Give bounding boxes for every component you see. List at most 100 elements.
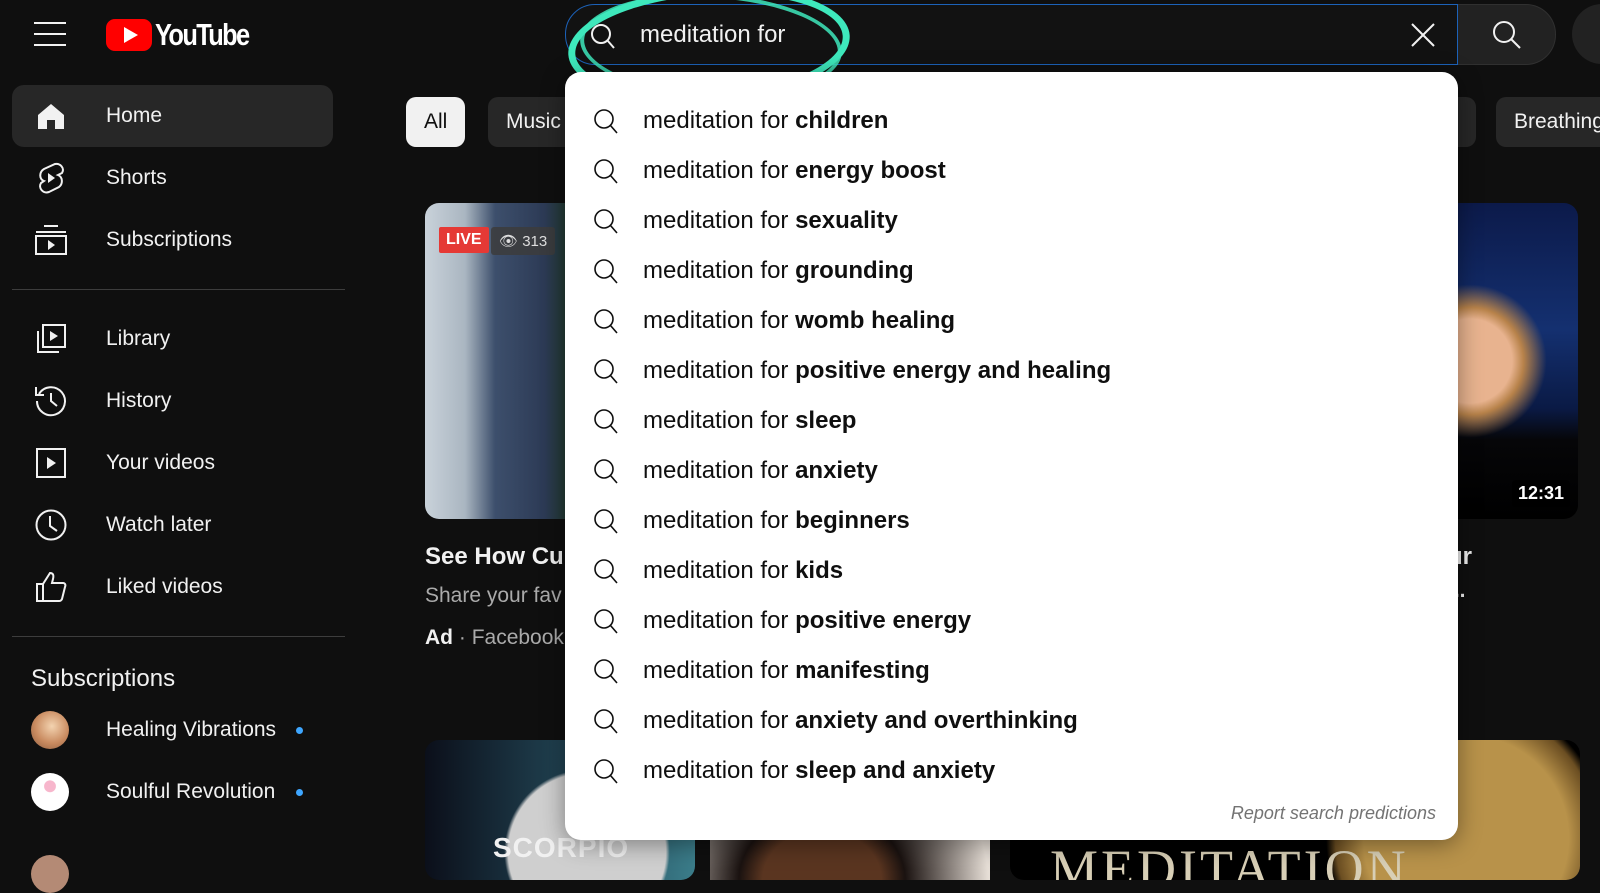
suggestion-completion: grounding xyxy=(795,257,914,284)
live-badge: LIVE xyxy=(439,227,489,253)
report-search-predictions-link[interactable]: Report search predictions xyxy=(1231,803,1436,824)
suggestion-text: meditation for anxiety and overthinking xyxy=(643,707,1078,735)
suggestion-text: meditation for sleep xyxy=(643,407,856,435)
search-suggestion[interactable]: meditation for grounding xyxy=(565,246,1458,296)
search-icon xyxy=(593,108,619,141)
sidebar-item-liked-videos[interactable]: Liked videos xyxy=(12,556,333,618)
sidebar-item-history[interactable]: History xyxy=(12,370,333,432)
sidebar-item-label: Shorts xyxy=(106,166,167,189)
video-description: Share your fav xyxy=(425,584,562,607)
search-suggestion[interactable]: meditation for sleep xyxy=(565,396,1458,446)
shorts-icon xyxy=(34,161,68,195)
viewer-count-value: 313 xyxy=(522,233,548,250)
search-icon xyxy=(1492,20,1521,49)
search-suggestion[interactable]: meditation for beginners xyxy=(565,496,1458,546)
thumbnail-overlay-text: MEDITATION xyxy=(1050,839,1409,880)
watch-later-icon xyxy=(34,508,68,542)
suggestion-text: meditation for womb healing xyxy=(643,307,955,335)
subscription-partial[interactable] xyxy=(0,823,345,893)
search-suggestion[interactable]: meditation for kids xyxy=(565,546,1458,596)
logo-text: YouTube xyxy=(155,17,250,52)
search-suggestion[interactable]: meditation for positive energy and heali… xyxy=(565,346,1458,396)
suggestion-completion: womb healing xyxy=(795,307,956,334)
menu-icon xyxy=(34,22,66,24)
search-suggestion[interactable]: meditation for manifesting xyxy=(565,646,1458,696)
search-icon xyxy=(593,158,619,191)
search-suggestion[interactable]: meditation for anxiety xyxy=(565,446,1458,496)
suggestion-prefix: meditation for xyxy=(643,507,796,534)
search-button[interactable] xyxy=(1458,4,1556,65)
suggestion-completion: positive energy and healing xyxy=(795,357,1112,384)
sidebar-item-library[interactable]: Library xyxy=(12,308,333,370)
search-icon xyxy=(593,508,619,541)
suggestion-prefix: meditation for xyxy=(643,707,796,734)
ad-label: Ad xyxy=(425,626,453,649)
search-suggestions-dropdown: meditation for children meditation for en… xyxy=(565,72,1458,840)
liked-videos-icon xyxy=(34,570,68,604)
new-content-dot xyxy=(296,726,303,734)
voice-search-button[interactable] xyxy=(1572,4,1600,64)
suggestion-prefix: meditation for xyxy=(643,207,796,234)
video-duration: 12:31 xyxy=(1511,480,1570,507)
search-suggestion[interactable]: meditation for sleep and anxiety xyxy=(565,746,1458,796)
search-suggestion[interactable]: meditation for energy boost xyxy=(565,146,1458,196)
suggestion-text: meditation for children xyxy=(643,107,888,135)
search-suggestion[interactable]: meditation for anxiety and overthinking xyxy=(565,696,1458,746)
sidebar-item-subscriptions[interactable]: Subscriptions xyxy=(12,209,333,271)
channel-avatar xyxy=(31,711,69,749)
search-icon xyxy=(593,208,619,241)
search-suggestion[interactable]: meditation for womb healing xyxy=(565,296,1458,346)
suggestion-completion: sleep and anxiety xyxy=(795,757,996,784)
suggestion-completion: sexuality xyxy=(795,207,898,234)
search-icon xyxy=(593,258,619,291)
youtube-logo[interactable]: YouTube xyxy=(106,17,269,53)
suggestion-completion: sleep xyxy=(795,407,857,434)
search-suggestion[interactable]: meditation for children xyxy=(565,96,1458,146)
viewer-count: 👁 313 xyxy=(491,227,556,255)
search-icon xyxy=(593,658,619,691)
sidebar-item-label: Library xyxy=(106,327,171,350)
search-icon xyxy=(593,558,619,591)
search-icon xyxy=(590,23,616,56)
top-bar: YouTube xyxy=(0,0,1600,70)
menu-button[interactable] xyxy=(34,22,66,46)
chip-all[interactable]: All xyxy=(406,97,466,147)
suggestion-completion: children xyxy=(795,107,889,134)
sidebar-item-home[interactable]: Home xyxy=(12,85,333,147)
search-input[interactable] xyxy=(640,19,1340,51)
subscription-healing-vibrations[interactable]: Healing Vibrations xyxy=(0,699,345,761)
subscription-soulful-revolution[interactable]: Soulful Revolution xyxy=(0,761,345,823)
video-title[interactable]: See How Cu xyxy=(425,543,564,571)
clear-search-button[interactable] xyxy=(1409,21,1437,54)
channel-name: Soulful Revolution xyxy=(106,780,276,803)
search-box[interactable] xyxy=(565,4,1458,65)
sidebar: Home Shorts Subscriptions Library Histor… xyxy=(0,85,345,893)
suggestion-prefix: meditation for xyxy=(643,157,796,184)
sidebar-item-your-videos[interactable]: Your videos xyxy=(12,432,333,494)
suggestion-completion: kids xyxy=(795,557,844,584)
search-suggestion[interactable]: meditation for sexuality xyxy=(565,196,1458,246)
suggestion-completion: positive energy xyxy=(795,607,972,634)
chip-breathing[interactable]: Breathing xyxy=(1496,97,1600,147)
menu-icon-line xyxy=(34,33,66,35)
sidebar-item-shorts[interactable]: Shorts xyxy=(12,147,333,209)
suggestion-text: meditation for sleep and anxiety xyxy=(643,757,995,785)
separator: · xyxy=(458,626,466,649)
suggestion-completion: energy boost xyxy=(795,157,946,184)
search-suggestion[interactable]: meditation for positive energy xyxy=(565,596,1458,646)
channel-avatar xyxy=(31,773,69,811)
suggestion-prefix: meditation for xyxy=(643,657,796,684)
suggestion-prefix: meditation for xyxy=(643,757,796,784)
advertiser-name[interactable]: Facebook xyxy=(472,626,564,649)
subscriptions-icon xyxy=(34,223,68,257)
sidebar-item-watch-later[interactable]: Watch later xyxy=(12,494,333,556)
video-thumbnail[interactable]: 12:31 xyxy=(1458,203,1578,519)
suggestion-prefix: meditation for xyxy=(643,557,796,584)
youtube-play-icon xyxy=(106,19,152,51)
channel-name: Healing Vibrations xyxy=(106,718,277,741)
suggestion-completion: anxiety xyxy=(795,457,878,484)
channel-avatar xyxy=(31,855,69,893)
suggestion-text: meditation for kids xyxy=(643,557,843,585)
history-icon xyxy=(34,384,68,418)
suggestion-prefix: meditation for xyxy=(643,107,796,134)
